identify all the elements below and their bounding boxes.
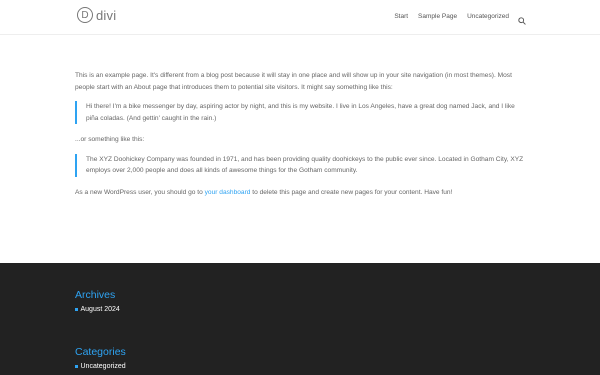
blockquote-xyz-company: The XYZ Doohickey Company was founded in… [75,153,525,177]
blockquote-text: The XYZ Doohickey Company was founded in… [86,155,524,175]
categories-title: Categories [75,346,126,358]
search-icon[interactable] [518,12,526,25]
categories-list: Uncategorized [75,363,126,370]
blockquote-bike-messenger: Hi there! I'm a bike messenger by day, a… [75,101,525,124]
nav-item-sample-page[interactable]: Sample Page [418,13,457,20]
archives-list: August 2024 [75,306,120,313]
bullet-icon [75,308,78,311]
outro-text: to delete this page and create new pages… [250,188,453,196]
nav-item-uncategorized[interactable]: Uncategorized [467,13,509,20]
blockquote-text: Hi there! I'm a bike messenger by day, a… [86,103,515,122]
site-footer: Archives August 2024 Categories Uncatego… [0,263,600,375]
archives-widget: Archives August 2024 [75,289,120,313]
dashboard-link[interactable]: your dashboard [205,189,251,196]
intro-paragraph: This is an example page. It's different … [75,72,512,91]
logo-text: divi [96,7,117,23]
nav-item-start[interactable]: Start [394,13,408,20]
mid-paragraph: ...or something like this: [75,136,145,143]
category-item-label: Uncategorized [80,363,126,370]
categories-widget: Categories Uncategorized [75,346,126,370]
outro-paragraph: As a new WordPress user, you should go t… [75,187,525,199]
page-content: This is an example page. It's different … [75,70,525,198]
logo-mark: D [77,7,93,23]
main-nav: Start Sample Page Uncategorized [394,12,526,25]
category-item[interactable]: Uncategorized [75,363,126,370]
outro-text: As a new WordPress user, you should go t… [75,188,205,196]
archive-item[interactable]: August 2024 [75,306,120,313]
archives-title: Archives [75,289,116,301]
bullet-icon [75,365,78,368]
main-content: This is an example page. It's different … [0,35,600,198]
archive-item-label: August 2024 [80,306,120,313]
site-header: D divi Start Sample Page Uncategorized [0,0,600,35]
site-logo[interactable]: D divi [77,7,116,23]
